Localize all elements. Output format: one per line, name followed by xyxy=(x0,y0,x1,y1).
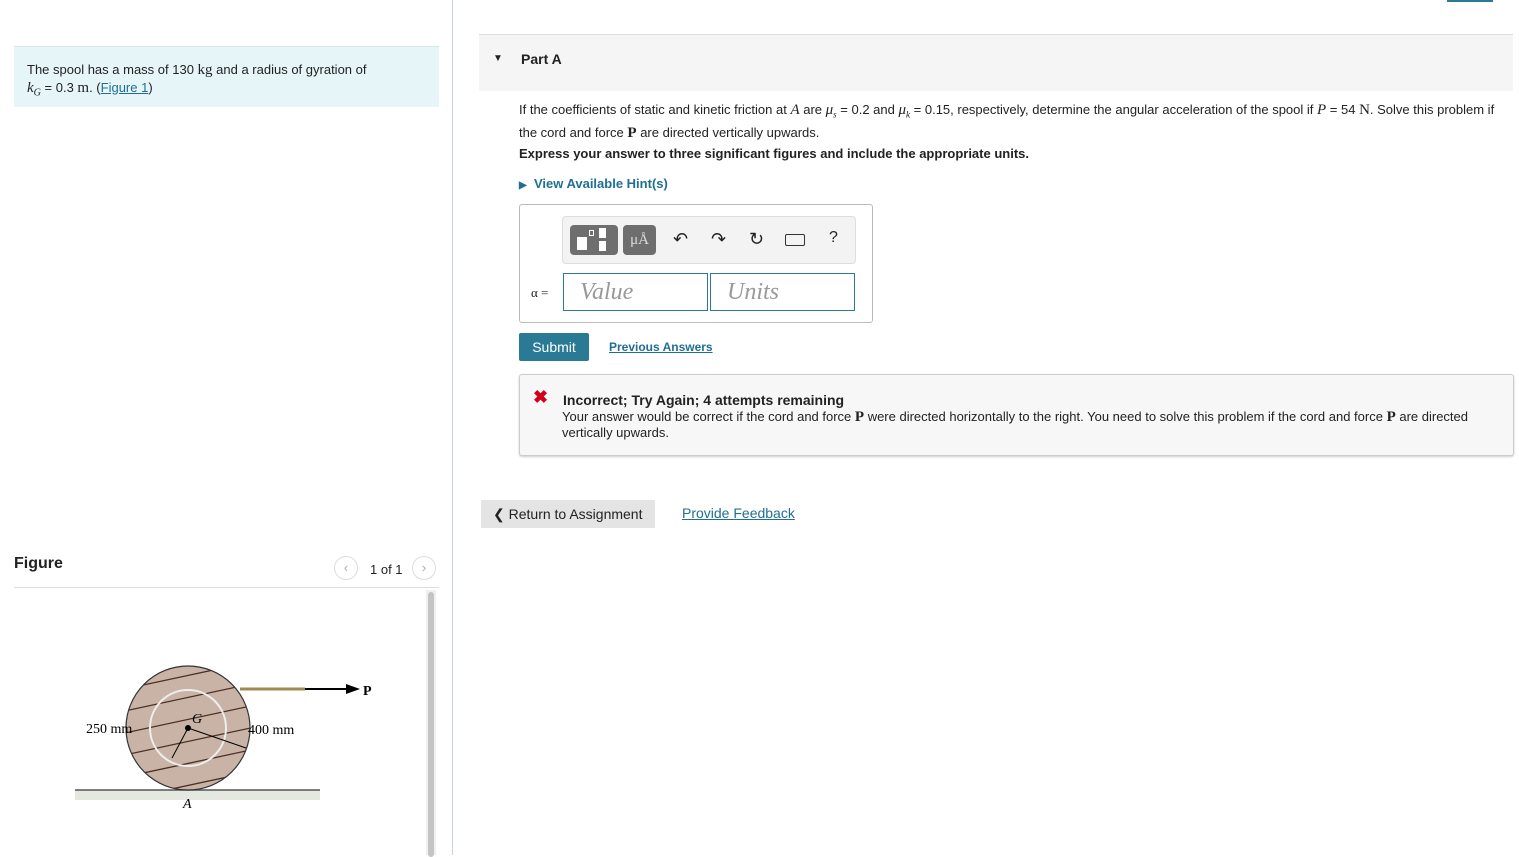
error-icon: ✖ xyxy=(533,387,549,407)
problem-statement: The spool has a mass of 130 kg and a rad… xyxy=(14,46,439,107)
keyboard-icon[interactable] xyxy=(785,234,805,246)
part-header[interactable]: ▼ Part A xyxy=(479,34,1513,91)
math-toolbar: μÅ ↶ ↷ ↻ ? xyxy=(562,216,856,264)
feedback-title: Incorrect; Try Again; 4 attempts remaini… xyxy=(563,392,845,408)
redo-icon[interactable]: ↷ xyxy=(711,229,726,250)
figure-link[interactable]: Figure 1 xyxy=(101,80,149,95)
view-hints-link[interactable]: ▶ View Available Hint(s) xyxy=(519,176,668,191)
part-title: Part A xyxy=(521,51,562,67)
return-to-assignment-button[interactable]: ❮ Return to Assignment xyxy=(481,500,655,528)
template-button[interactable] xyxy=(570,225,618,255)
value-input[interactable] xyxy=(563,273,708,311)
label-G: G xyxy=(192,712,202,727)
undo-icon[interactable]: ↶ xyxy=(673,229,688,250)
figure-title: Figure xyxy=(14,555,63,572)
collapse-icon: ▼ xyxy=(493,53,503,64)
figure-scrollbar[interactable] xyxy=(426,590,436,857)
help-button[interactable]: ? xyxy=(829,229,838,247)
variable-label: α = xyxy=(531,285,549,300)
question-text: If the coefficients of static and kineti… xyxy=(519,102,1495,141)
feedback-text: Your answer would be correct if the cord… xyxy=(562,409,1468,440)
label-A: A xyxy=(182,797,192,812)
next-figure-button[interactable]: › xyxy=(412,556,436,580)
panel-divider xyxy=(452,0,453,855)
caret-right-icon: ▶ xyxy=(519,180,527,191)
label-400: 400 mm xyxy=(248,723,294,738)
label-250: 250 mm xyxy=(86,722,132,737)
feedback-box: ✖ Incorrect; Try Again; 4 attempts remai… xyxy=(519,374,1514,456)
figure-pager: 1 of 1 xyxy=(370,562,403,577)
submit-button[interactable]: Submit xyxy=(519,333,589,361)
instructions: Express your answer to three significant… xyxy=(519,146,1029,161)
units-input[interactable] xyxy=(710,273,855,311)
chevron-left-icon: ❮ xyxy=(493,506,505,522)
prev-figure-button[interactable]: ‹ xyxy=(334,556,358,580)
spool-figure: P G 250 mm 400 mm A xyxy=(75,665,372,812)
divider xyxy=(14,587,439,588)
reset-icon[interactable]: ↻ xyxy=(749,229,764,250)
units-button[interactable]: μÅ xyxy=(623,225,656,255)
provide-feedback-link[interactable]: Provide Feedback xyxy=(682,505,795,521)
label-P: P xyxy=(363,684,372,699)
previous-answers-link[interactable]: Previous Answers xyxy=(609,340,713,354)
